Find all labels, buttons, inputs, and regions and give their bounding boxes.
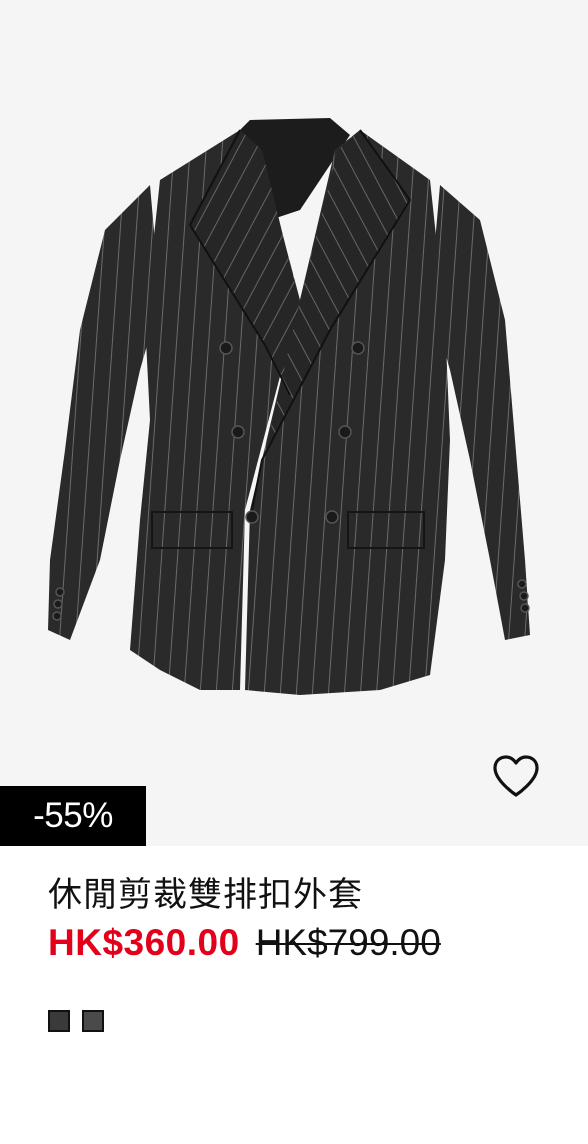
product-info: 休閒剪裁雙排扣外套 HK$360.00 HK$799.00: [48, 870, 568, 964]
favorite-button[interactable]: [486, 748, 546, 804]
sale-price: HK$360.00: [48, 922, 240, 963]
original-price: HK$799.00: [255, 922, 441, 963]
product-card[interactable]: -55% 休閒剪裁雙排扣外套 HK$360.00 HK$799.00: [0, 0, 588, 1144]
product-title[interactable]: 休閒剪裁雙排扣外套: [48, 870, 568, 920]
color-swatches: [48, 1010, 104, 1032]
price-row: HK$360.00 HK$799.00: [48, 922, 568, 964]
color-swatch[interactable]: [48, 1010, 70, 1032]
product-image[interactable]: [0, 0, 588, 846]
color-swatch[interactable]: [82, 1010, 104, 1032]
discount-badge: -55%: [0, 786, 146, 846]
heart-outline-icon: [493, 755, 539, 797]
product-image-area[interactable]: -55%: [0, 0, 588, 846]
